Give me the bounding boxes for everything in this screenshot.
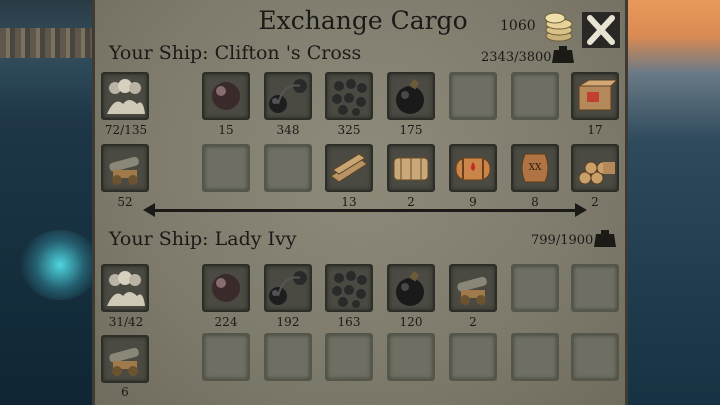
cargo-quantity: 163 — [337, 315, 361, 329]
weight-icon — [594, 230, 616, 247]
ship1-cannon-count: 52 — [117, 195, 133, 209]
cargo-slot[interactable] — [571, 333, 619, 381]
cargo-slot[interactable] — [202, 264, 250, 312]
cargo-slot[interactable] — [511, 333, 559, 381]
chain-shot-icon — [269, 79, 307, 113]
cargo-slot[interactable] — [202, 333, 250, 381]
cargo-slot[interactable] — [325, 264, 373, 312]
cargo-slot[interactable] — [387, 264, 435, 312]
close-button[interactable] — [580, 10, 622, 50]
chain-shot-icon — [269, 271, 307, 305]
cargo-quantity: 120 — [399, 315, 423, 329]
cargo-slot[interactable] — [202, 144, 250, 192]
cargo-slot[interactable] — [511, 72, 559, 120]
planks-icon — [330, 153, 368, 183]
grape-shot-icon — [332, 79, 367, 116]
cargo-quantity: 175 — [399, 123, 423, 137]
cannon-icon — [109, 156, 139, 185]
cargo-quantity: 9 — [469, 195, 477, 209]
ship2-crew-count: 31/42 — [108, 315, 144, 329]
cargo-slot[interactable] — [387, 72, 435, 120]
bomb-icon — [396, 271, 424, 306]
ship1-cannon-slot[interactable] — [101, 144, 149, 192]
ship2-weight: 799/1900 — [531, 233, 594, 248]
cargo-slot[interactable] — [325, 333, 373, 381]
cargo-slot[interactable] — [571, 72, 619, 120]
cargo-slot[interactable] — [264, 72, 312, 120]
crew-icon — [107, 271, 145, 306]
gold-coins-icon — [544, 12, 573, 42]
crew-icon — [107, 79, 145, 114]
cargo-slot[interactable] — [571, 144, 619, 192]
round-shot-icon — [212, 82, 240, 110]
cargo-slot[interactable] — [571, 264, 619, 312]
grape-shot-icon — [332, 271, 367, 308]
round-shot-icon — [212, 274, 240, 302]
cargo-quantity: 348 — [276, 123, 300, 137]
ship1-weight: 2343/3800 — [481, 50, 552, 65]
cargo-slot[interactable] — [449, 72, 497, 120]
cargo-slot[interactable] — [264, 144, 312, 192]
cargo-slot[interactable] — [449, 333, 497, 381]
cargo-quantity: 325 — [337, 123, 361, 137]
ship1-crew-count: 72/135 — [104, 123, 148, 137]
ship1-name: Your Ship: Clifton 's Cross — [109, 42, 362, 64]
ship2-name: Your Ship: Lady Ivy — [109, 228, 297, 250]
gold-amount: 1060 — [500, 18, 536, 34]
weight-icon — [552, 46, 574, 63]
cargo-slot[interactable] — [325, 144, 373, 192]
cargo-quantity: 192 — [276, 315, 300, 329]
cargo-quantity: 13 — [341, 195, 357, 209]
cargo-quantity: 2 — [591, 195, 599, 209]
cargo-quantity: 8 — [531, 195, 539, 209]
cargo-slot[interactable] — [449, 264, 497, 312]
crate-icon — [577, 79, 617, 111]
transfer-divider — [150, 209, 580, 212]
cargo-quantity: 224 — [214, 315, 238, 329]
ship2-crew-slot[interactable] — [101, 264, 149, 312]
exchange-cargo-panel: Exchange Cargo 1060 Your Ship: Clifton '… — [92, 0, 628, 405]
cargo-slot[interactable] — [264, 264, 312, 312]
cargo-slot[interactable] — [511, 264, 559, 312]
cargo-slot[interactable] — [449, 144, 497, 192]
cargo-quantity: 15 — [218, 123, 234, 137]
cargo-slot[interactable] — [264, 333, 312, 381]
cargo-quantity: 17 — [587, 123, 603, 137]
close-icon — [587, 15, 615, 45]
cargo-slot[interactable] — [325, 72, 373, 120]
ship2-cannon-slot[interactable] — [101, 335, 149, 383]
svg-text:XX: XX — [529, 163, 542, 173]
logs-icon — [578, 161, 615, 185]
background-town — [0, 28, 95, 58]
cargo-slot[interactable] — [387, 144, 435, 192]
ship2-cannon-count: 6 — [121, 385, 129, 399]
cargo-slot[interactable]: XX — [511, 144, 559, 192]
cannon-icon — [457, 276, 487, 305]
cargo-slot[interactable] — [202, 72, 250, 120]
barrel-icon — [455, 157, 491, 181]
bomb-icon — [396, 79, 424, 114]
cargo-quantity: 2 — [469, 315, 477, 329]
cannon-icon — [109, 347, 139, 376]
cargo-slot[interactable] — [387, 333, 435, 381]
background-sea-left — [0, 0, 100, 405]
cloth-bundle-icon — [393, 157, 429, 181]
ship1-crew-slot[interactable] — [101, 72, 149, 120]
background-glow — [20, 230, 100, 300]
rum-barrel-icon: XX — [521, 153, 549, 183]
cargo-quantity: 2 — [407, 195, 415, 209]
background-sea-right — [625, 0, 720, 405]
